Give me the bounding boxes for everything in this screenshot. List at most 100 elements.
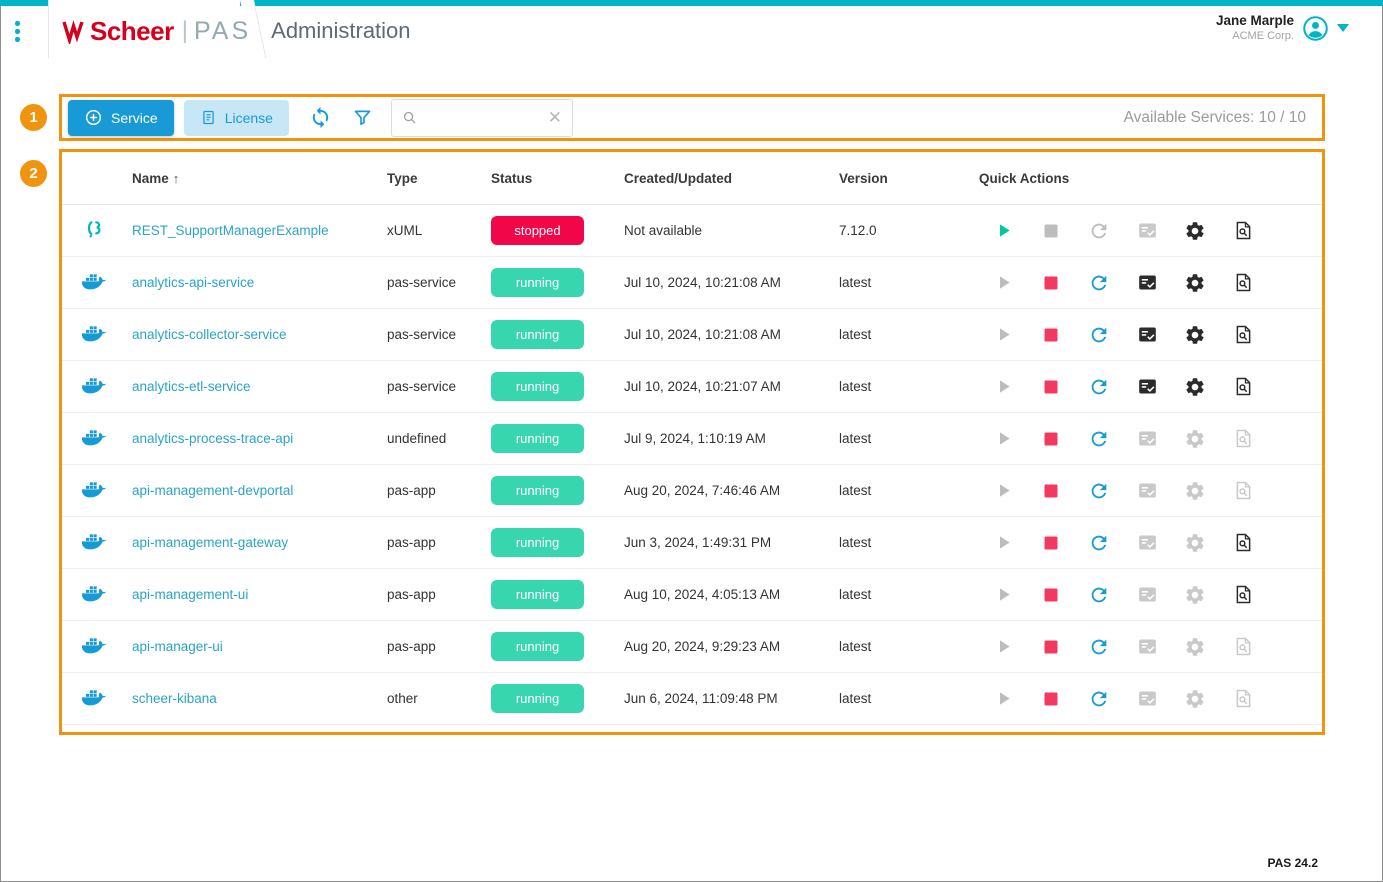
service-logs-button[interactable] [1123,205,1171,257]
service-type: pas-service [387,327,491,342]
clear-search-icon[interactable]: ✕ [548,109,562,126]
service-settings-button[interactable] [1171,621,1219,673]
service-settings-button[interactable] [1171,257,1219,309]
service-settings-button[interactable] [1171,569,1219,621]
service-logs-button[interactable] [1123,673,1171,725]
search-input[interactable] [425,110,540,125]
service-type: pas-app [387,483,491,498]
filter-icon[interactable] [352,107,373,128]
service-name-link[interactable]: api-management-devportal [132,483,293,498]
service-log-analyzer-button[interactable] [1219,569,1267,621]
service-logs-button[interactable] [1123,361,1171,413]
service-name-link[interactable]: analytics-etl-service [132,379,251,394]
start-service-button[interactable] [979,465,1027,517]
restart-service-button[interactable] [1075,673,1123,725]
service-type: pas-app [387,535,491,550]
service-name-link[interactable]: analytics-api-service [132,275,254,290]
service-name-link[interactable]: REST_SupportManagerExample [132,223,329,238]
restart-service-button[interactable] [1075,569,1123,621]
docker-icon [81,636,107,658]
header-quick-actions: Quick Actions [979,171,1322,186]
service-logs-button[interactable] [1123,569,1171,621]
service-log-analyzer-button[interactable] [1219,257,1267,309]
restart-service-button[interactable] [1075,361,1123,413]
stop-icon [1044,224,1058,238]
header-name[interactable]: Name↑ [132,171,387,186]
service-name-link[interactable]: api-management-gateway [132,535,288,550]
stop-service-button[interactable] [1027,205,1075,257]
menu-kebab-icon[interactable] [15,21,20,42]
start-service-button[interactable] [979,517,1027,569]
start-service-button[interactable] [979,205,1027,257]
service-log-analyzer-button[interactable] [1219,413,1267,465]
service-logs-button[interactable] [1123,465,1171,517]
logs-icon [1137,584,1158,605]
stop-service-button[interactable] [1027,673,1075,725]
restart-service-button[interactable] [1075,413,1123,465]
service-log-analyzer-button[interactable] [1219,465,1267,517]
service-logs-button[interactable] [1123,309,1171,361]
start-service-button[interactable] [979,673,1027,725]
stop-service-button[interactable] [1027,309,1075,361]
created-updated: Jul 10, 2024, 10:21:08 AM [624,327,839,342]
service-logs-button[interactable] [1123,413,1171,465]
service-settings-button[interactable] [1171,309,1219,361]
service-name-link[interactable]: scheer-kibana [132,691,217,706]
service-settings-button[interactable] [1171,205,1219,257]
chevron-down-icon[interactable] [1337,24,1349,32]
start-service-button[interactable] [979,621,1027,673]
service-logs-button[interactable] [1123,621,1171,673]
user-org: ACME Corp. [1216,30,1294,44]
header-created-updated[interactable]: Created/Updated [624,171,839,186]
stop-service-button[interactable] [1027,621,1075,673]
header-type[interactable]: Type [387,171,491,186]
stop-service-button[interactable] [1027,517,1075,569]
service-name-link[interactable]: api-manager-ui [132,639,223,654]
add-service-button[interactable]: Service [68,100,174,136]
service-log-analyzer-button[interactable] [1219,205,1267,257]
restart-service-button[interactable] [1075,621,1123,673]
stop-service-button[interactable] [1027,361,1075,413]
sort-ascending-icon[interactable]: ↑ [173,171,180,186]
restart-service-button[interactable] [1075,465,1123,517]
service-settings-button[interactable] [1171,413,1219,465]
license-icon [200,109,217,126]
service-settings-button[interactable] [1171,465,1219,517]
service-log-analyzer-button[interactable] [1219,309,1267,361]
restart-icon [1088,532,1110,554]
stop-service-button[interactable] [1027,465,1075,517]
start-service-button[interactable] [979,309,1027,361]
stop-service-button[interactable] [1027,257,1075,309]
license-button[interactable]: License [184,100,289,136]
stop-service-button[interactable] [1027,569,1075,621]
service-name-link[interactable]: api-management-ui [132,587,248,602]
service-log-analyzer-button[interactable] [1219,673,1267,725]
service-name-link[interactable]: analytics-collector-service [132,327,287,342]
service-logs-button[interactable] [1123,517,1171,569]
restart-service-button[interactable] [1075,257,1123,309]
refresh-icon[interactable] [309,106,332,129]
stop-service-button[interactable] [1027,413,1075,465]
logs-icon [1137,532,1158,553]
service-log-analyzer-button[interactable] [1219,517,1267,569]
service-name-link[interactable]: analytics-process-trace-api [132,431,293,446]
service-logs-button[interactable] [1123,257,1171,309]
header-status[interactable]: Status [491,171,624,186]
start-service-button[interactable] [979,257,1027,309]
user-avatar-icon[interactable] [1302,15,1329,42]
start-service-button[interactable] [979,569,1027,621]
stop-icon [1044,432,1058,446]
restart-service-button[interactable] [1075,309,1123,361]
header-version[interactable]: Version [839,171,979,186]
service-log-analyzer-button[interactable] [1219,361,1267,413]
service-log-analyzer-button[interactable] [1219,621,1267,673]
brand-name: Scheer [90,16,174,47]
restart-service-button[interactable] [1075,205,1123,257]
service-settings-button[interactable] [1171,673,1219,725]
restart-icon [1088,480,1110,502]
start-service-button[interactable] [979,413,1027,465]
service-settings-button[interactable] [1171,517,1219,569]
restart-service-button[interactable] [1075,517,1123,569]
start-service-button[interactable] [979,361,1027,413]
service-settings-button[interactable] [1171,361,1219,413]
